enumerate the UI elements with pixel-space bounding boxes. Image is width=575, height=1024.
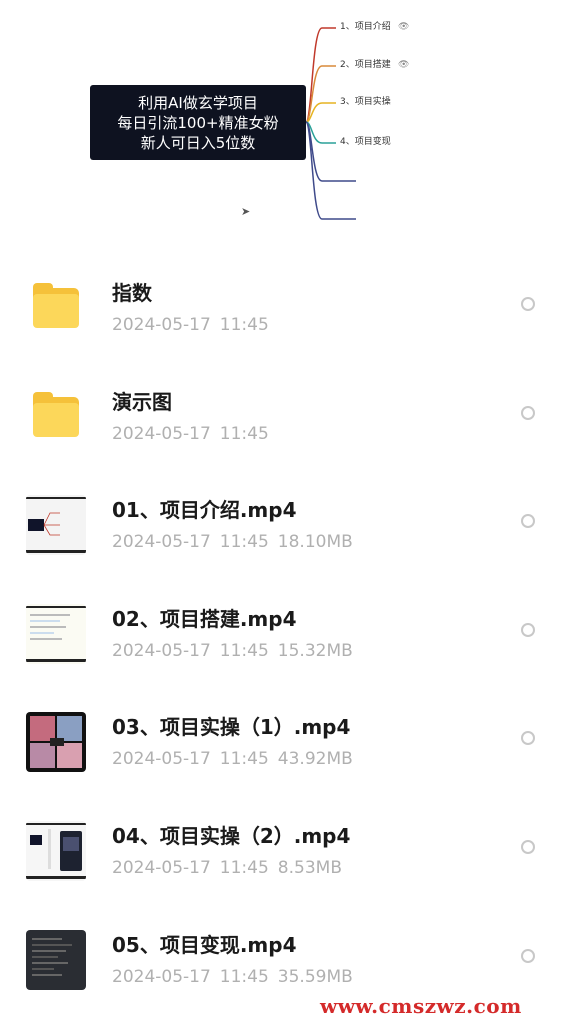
file-time: 11:45: [219, 966, 269, 987]
file-name: 演示图: [112, 389, 172, 414]
file-list: 指数 2024-05-17 11:45 演示图 2024-05-17 11:45 0…: [0, 252, 575, 1012]
file-time: 11:45: [219, 640, 269, 661]
file-time: 11:45: [219, 857, 269, 878]
branch-label-4: 4、项目变现: [340, 137, 391, 147]
file-name: 02、项目搭建.mp4: [112, 606, 297, 631]
select-radio[interactable]: [521, 405, 535, 420]
mindmap-banner: 利用AI做玄学项目 每日引流100+精准女粉 新人可日入5位数 1、项目介绍 👁…: [0, 0, 575, 252]
file-size: 35.59MB: [277, 966, 353, 987]
select-radio[interactable]: [521, 839, 535, 854]
root-line-2: 每日引流100+精准女粉: [117, 113, 279, 132]
select-radio[interactable]: [521, 622, 535, 637]
select-radio[interactable]: [521, 514, 535, 529]
file-date: 2024-05-17: [112, 532, 211, 553]
file-date: 2024-05-17: [112, 315, 211, 335]
branch-label-3: 3、项目实操: [340, 97, 391, 107]
file-date: 2024-05-17: [112, 749, 211, 770]
file-meta: 2024-05-17 11:45 35.59MB: [112, 966, 353, 988]
video-thumbnail: [26, 495, 86, 556]
branch-label-2: 2、项目搭建: [340, 60, 391, 70]
folder-icon: [26, 387, 86, 447]
file-meta: 2024-05-17 11:45: [112, 314, 269, 336]
file-name: 03、项目实操（1）.mp4: [112, 715, 351, 740]
eye-icon: 👁: [398, 22, 410, 32]
file-time: 11:45: [219, 749, 269, 770]
file-meta: 2024-05-17 11:45 18.10MB: [112, 531, 353, 553]
file-name: 05、项目变现.mp4: [112, 932, 297, 957]
branch-label-1: 1、项目介绍: [340, 22, 391, 32]
file-date: 2024-05-17: [112, 640, 211, 661]
file-date: 2024-05-17: [112, 966, 211, 987]
file-size: 43.92MB: [277, 749, 353, 770]
select-radio[interactable]: [521, 297, 535, 311]
file-name: 01、项目介绍.mp4: [112, 498, 297, 523]
video-thumbnail: [26, 603, 86, 664]
file-time: 11:45: [219, 315, 269, 335]
file-date: 2024-05-17: [112, 423, 211, 444]
connector-5: [305, 121, 356, 182]
root-line-3: 新人可日入5位数: [140, 133, 256, 152]
file-row-video-03[interactable]: 03、项目实操（1）.mp4 2024-05-17 11:45 43.92MB: [0, 686, 575, 795]
file-size: 8.53MB: [277, 857, 342, 878]
select-radio[interactable]: [521, 948, 535, 963]
video-thumbnail: [26, 820, 86, 881]
file-time: 11:45: [219, 423, 269, 444]
eye-icon: 👁: [398, 60, 410, 70]
file-date: 2024-05-17: [112, 857, 211, 878]
file-meta: 2024-05-17 11:45 8.53MB: [112, 857, 342, 879]
root-line-1: 利用AI做玄学项目: [138, 93, 258, 112]
file-name: 指数: [112, 281, 152, 305]
select-radio[interactable]: [521, 731, 535, 746]
file-meta: 2024-05-17 11:45 15.32MB: [112, 640, 353, 662]
mindmap-root-node: 利用AI做玄学项目 每日引流100+精准女粉 新人可日入5位数: [90, 85, 306, 160]
folder-icon: [26, 278, 86, 338]
file-name: 04、项目实操（2）.mp4: [112, 823, 351, 848]
file-row-video-02[interactable]: 02、项目搭建.mp4 2024-05-17 11:45 15.32MB: [0, 578, 575, 687]
file-row-folder-demo[interactable]: 演示图 2024-05-17 11:45: [0, 361, 575, 470]
file-time: 11:45: [219, 532, 269, 553]
file-row-folder-index[interactable]: 指数 2024-05-17 11:45: [0, 252, 575, 361]
file-row-video-01[interactable]: 01、项目介绍.mp4 2024-05-17 11:45 18.10MB: [0, 469, 575, 578]
video-thumbnail: [26, 929, 86, 990]
file-row-video-04[interactable]: 04、项目实操（2）.mp4 2024-05-17 11:45 8.53MB: [0, 795, 575, 904]
file-size: 18.10MB: [277, 532, 353, 553]
file-size: 15.32MB: [277, 640, 353, 661]
watermark: www.cmszwz.com: [320, 994, 522, 1018]
file-meta: 2024-05-17 11:45: [112, 423, 269, 445]
mouse-cursor-icon: ➤: [241, 205, 251, 218]
video-thumbnail: [26, 712, 86, 773]
file-meta: 2024-05-17 11:45 43.92MB: [112, 748, 353, 770]
